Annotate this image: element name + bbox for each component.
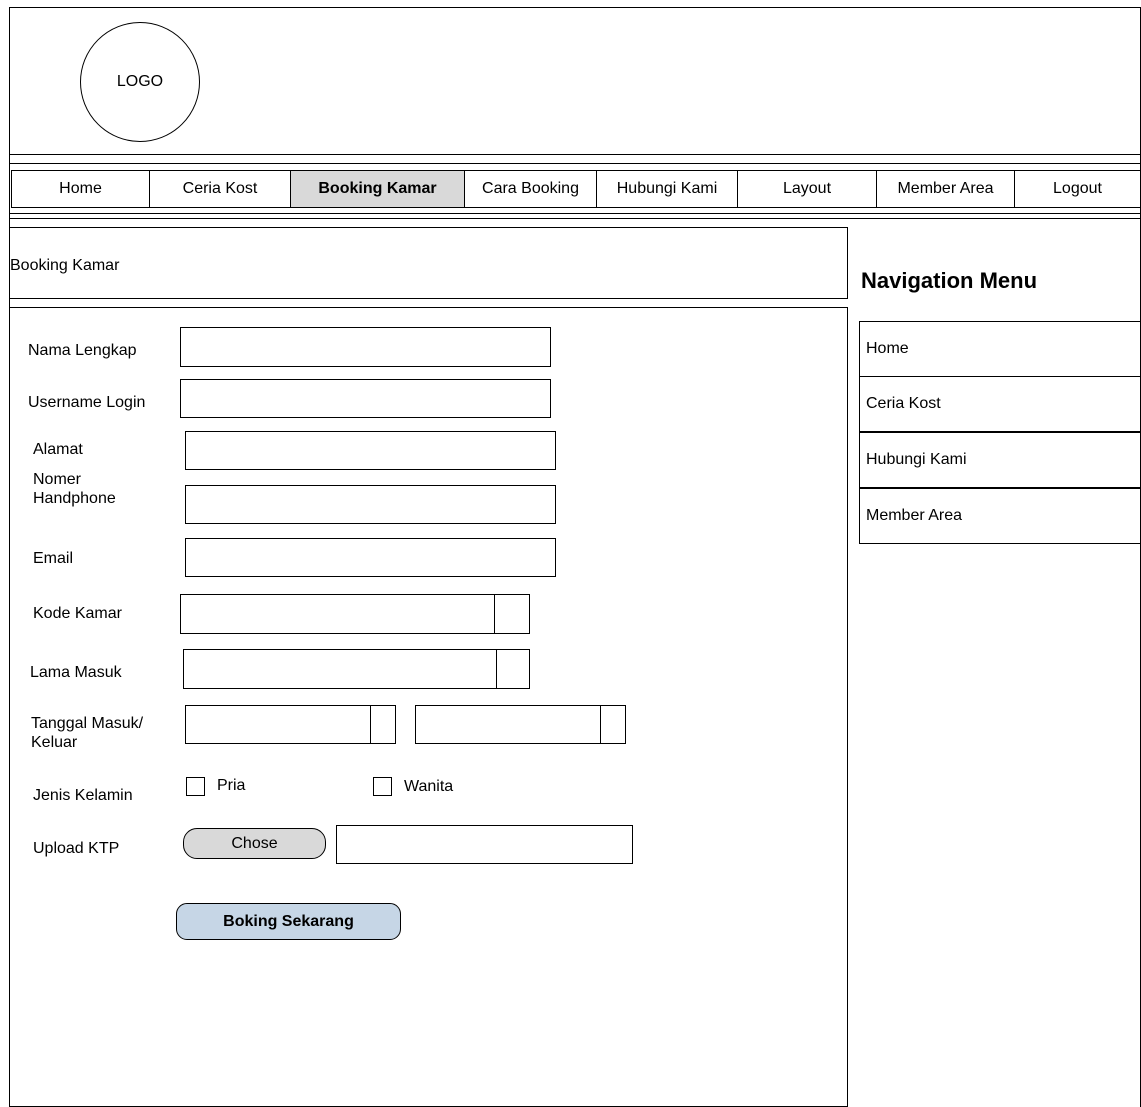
nav-label: Home [59,180,102,197]
sidebar-item-member-area[interactable]: Member Area [859,488,1141,544]
submit-label: Boking Sekarang [223,912,354,930]
kode-kamar-select[interactable] [180,594,530,634]
nav-label: Hubungi Kami [616,180,718,197]
email-input[interactable] [185,538,556,577]
label-email: Email [33,550,74,567]
nav-layout[interactable]: Layout [737,170,877,208]
nama-lengkap-input[interactable] [180,327,551,367]
nav-logout[interactable]: Logout [1014,170,1141,208]
tanggal-masuk-picker[interactable] [185,705,396,744]
nav-ceria-kost[interactable]: Ceria Kost [149,170,291,208]
sidebar-item-ceria-kost[interactable]: Ceria Kost [859,376,1141,432]
pria-checkbox[interactable] [186,777,205,796]
boking-sekarang-button[interactable]: Boking Sekarang [176,903,401,940]
nav-label: Layout [782,180,832,197]
label-keluar: Keluar [31,734,78,751]
logo: LOGO [80,22,200,142]
label-tanggal-masuk: Tanggal Masuk/ [31,715,144,732]
label-wanita: Wanita [404,778,454,795]
ktp-filename-field[interactable] [336,825,633,864]
nav-label: Logout [1053,180,1102,197]
chose-file-button[interactable]: Chose [183,828,326,859]
handphone-input[interactable] [185,485,556,524]
lama-masuk-dropdown-button[interactable] [496,650,529,688]
alamat-input[interactable] [185,431,556,470]
label-nomer: Nomer [33,471,82,488]
label-kode-kamar: Kode Kamar [33,605,122,622]
sidebar-item-label: Member Area [866,507,963,524]
kode-kamar-dropdown-button[interactable] [494,595,529,633]
nav-bottom-line [9,213,1141,214]
page-title: Booking Kamar [10,257,120,274]
tanggal-keluar-picker[interactable] [415,705,626,744]
sidebar-item-home[interactable]: Home [859,321,1141,377]
label-nama-lengkap: Nama Lengkap [28,342,137,359]
nav-home[interactable]: Home [11,170,150,208]
nav-booking-kamar[interactable]: Booking Kamar [290,170,465,208]
nav-cara-booking[interactable]: Cara Booking [464,170,597,208]
label-username-login: Username Login [28,394,146,411]
sidebar-item-label: Hubungi Kami [866,451,967,468]
wanita-checkbox[interactable] [373,777,392,796]
sidebar-item-label: Ceria Kost [866,395,941,412]
sidebar-title: Navigation Menu [861,268,1038,293]
nav-member-area[interactable]: Member Area [876,170,1015,208]
nav-label: Member Area [897,180,994,197]
nav-hubungi-kami[interactable]: Hubungi Kami [596,170,738,208]
nav-label: Booking Kamar [318,180,437,197]
label-upload-ktp: Upload KTP [33,840,120,857]
label-lama-masuk: Lama Masuk [30,664,122,681]
username-input[interactable] [180,379,551,418]
label-handphone: Handphone [33,490,116,507]
header-divider [9,154,1141,155]
main-title-box: Booking Kamar [9,227,848,299]
chose-label: Chose [231,834,278,852]
nav-label: Ceria Kost [182,180,258,197]
nav-label: Cara Booking [482,180,579,197]
tanggal-keluar-button[interactable] [600,706,625,743]
label-jenis-kelamin: Jenis Kelamin [33,787,133,804]
lama-masuk-select[interactable] [183,649,530,689]
label-pria: Pria [217,777,246,794]
logo-label: LOGO [116,73,164,90]
label-alamat: Alamat [33,441,83,458]
nav-bottom-line-2 [9,218,1141,219]
sidebar-item-hubungi-kami[interactable]: Hubungi Kami [859,432,1141,488]
tanggal-masuk-button[interactable] [370,706,395,743]
nav-top-line [9,163,1141,164]
sidebar-item-label: Home [866,340,909,357]
